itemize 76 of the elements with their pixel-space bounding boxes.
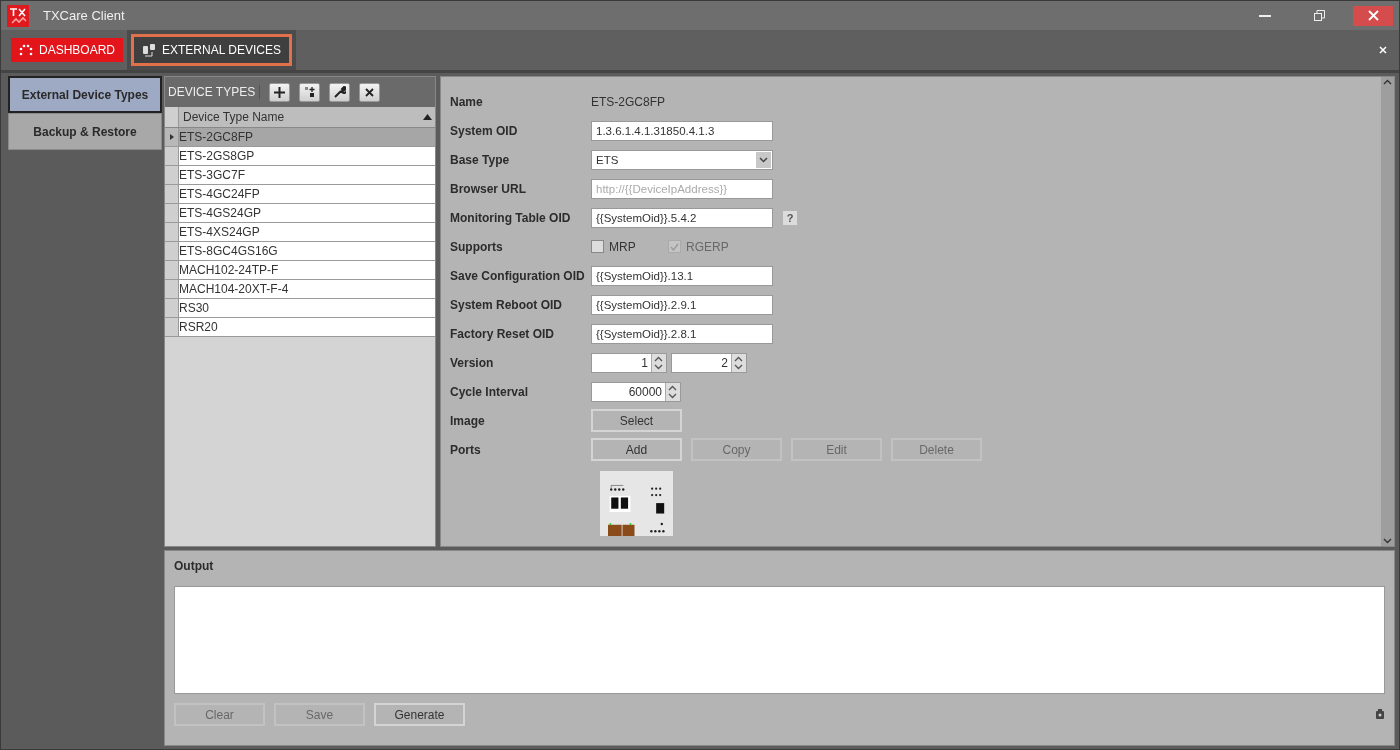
minimize-icon bbox=[1259, 14, 1271, 17]
number-spinner[interactable]: 60000 bbox=[591, 381, 681, 402]
table-cell[interactable]: ETS-4XS24GP bbox=[179, 223, 435, 241]
text-field[interactable]: {{SystemOid}}.5.4.2 bbox=[591, 207, 773, 228]
sidebar-item[interactable]: External Device Types bbox=[8, 76, 162, 113]
close-icon[interactable] bbox=[1379, 46, 1387, 54]
app-logo-icon bbox=[7, 4, 29, 27]
close-button[interactable] bbox=[1353, 5, 1393, 26]
sidebar-item[interactable]: Backup & Restore bbox=[8, 113, 162, 150]
field-label: Image bbox=[450, 413, 486, 428]
chevron-down-icon bbox=[759, 156, 768, 163]
table-cell[interactable]: RSR20 bbox=[179, 318, 435, 336]
field-label: Factory Reset OID bbox=[450, 326, 556, 341]
spin-arrows[interactable] bbox=[731, 353, 746, 372]
spin-arrows[interactable] bbox=[665, 382, 680, 401]
field-label: Ports bbox=[450, 442, 482, 457]
output-area[interactable] bbox=[174, 586, 1385, 694]
dots-icon bbox=[19, 44, 33, 56]
text-field[interactable]: {{SystemOid}}.2.9.1 bbox=[591, 294, 773, 315]
field-label: Browser URL bbox=[450, 181, 527, 196]
help-button[interactable]: ? bbox=[783, 210, 797, 225]
chevron-up-icon[interactable] bbox=[1383, 79, 1392, 85]
checkbox-label: RGERP bbox=[686, 239, 729, 254]
checkbox[interactable] bbox=[591, 240, 604, 253]
field-label: Version bbox=[450, 355, 495, 370]
field-label: Cycle Interval bbox=[450, 384, 530, 399]
window-title: TXCare Client bbox=[43, 8, 126, 23]
field-label: Name bbox=[450, 94, 484, 109]
table-cell[interactable]: ETS-2GS8GP bbox=[179, 147, 435, 165]
field-label: Monitoring Table OID bbox=[450, 210, 572, 225]
text-field[interactable]: http://{{DeviceIpAddress}} bbox=[591, 178, 773, 199]
edit-button[interactable] bbox=[329, 82, 351, 102]
row-selector[interactable] bbox=[165, 128, 179, 146]
wrench-icon bbox=[333, 86, 346, 98]
checkbox-label: MRP bbox=[609, 239, 636, 254]
duplicate-icon bbox=[303, 86, 316, 98]
text-field[interactable]: 1.3.6.1.4.1.31850.4.1.3 bbox=[591, 120, 773, 141]
action-button[interactable]: Generate bbox=[374, 703, 465, 726]
plus-icon bbox=[274, 86, 286, 98]
row-pointer-icon bbox=[169, 134, 174, 140]
add-button[interactable] bbox=[269, 82, 291, 102]
panel-title: DEVICE TYPES bbox=[168, 85, 261, 99]
name-value: ETS-2GC8FP bbox=[591, 94, 665, 109]
table-cell[interactable]: MACH102-24TP-F bbox=[179, 261, 435, 279]
table-cell[interactable]: ETS-8GC4GS16G bbox=[179, 242, 435, 260]
scrollbar[interactable] bbox=[1381, 77, 1394, 546]
restore-icon bbox=[1313, 10, 1325, 21]
delete-button[interactable] bbox=[359, 82, 381, 102]
dropdown[interactable]: ETS bbox=[591, 149, 773, 170]
number-spinner[interactable]: 2 bbox=[671, 352, 747, 373]
duplicate-button[interactable] bbox=[299, 82, 321, 102]
field-label: Save Configuration OID bbox=[450, 268, 586, 283]
field-label: System OID bbox=[450, 123, 519, 138]
x-icon bbox=[365, 87, 375, 97]
tab[interactable]: DASHBOARD bbox=[11, 38, 123, 62]
table-cell[interactable]: ETS-3GC7F bbox=[179, 166, 435, 184]
table-cell[interactable]: RS30 bbox=[179, 299, 435, 317]
close-icon bbox=[1367, 10, 1379, 21]
panel-title: Output bbox=[174, 559, 215, 575]
text-field[interactable]: {{SystemOid}}.13.1 bbox=[591, 265, 773, 286]
devices-icon bbox=[142, 43, 156, 57]
table-cell[interactable]: ETS-4GS24GP bbox=[179, 204, 435, 222]
status-icon bbox=[1375, 709, 1385, 720]
action-button[interactable]: Select bbox=[591, 409, 682, 432]
table-cell[interactable]: ETS-2GC8FP bbox=[179, 128, 435, 146]
table-cell[interactable]: MACH104-20XT-F-4 bbox=[179, 280, 435, 298]
action-button[interactable]: Add bbox=[591, 438, 682, 461]
spin-arrows[interactable] bbox=[651, 353, 666, 372]
field-label: System Reboot OID bbox=[450, 297, 564, 312]
sort-up-icon bbox=[423, 114, 432, 120]
field-label: Supports bbox=[450, 239, 504, 254]
chevron-down-icon[interactable] bbox=[1383, 538, 1392, 544]
number-spinner[interactable]: 1 bbox=[591, 352, 667, 373]
field-label: Base Type bbox=[450, 152, 511, 167]
text-field[interactable]: {{SystemOid}}.2.8.1 bbox=[591, 323, 773, 344]
table-cell[interactable]: ETS-4GC24FP bbox=[179, 185, 435, 203]
